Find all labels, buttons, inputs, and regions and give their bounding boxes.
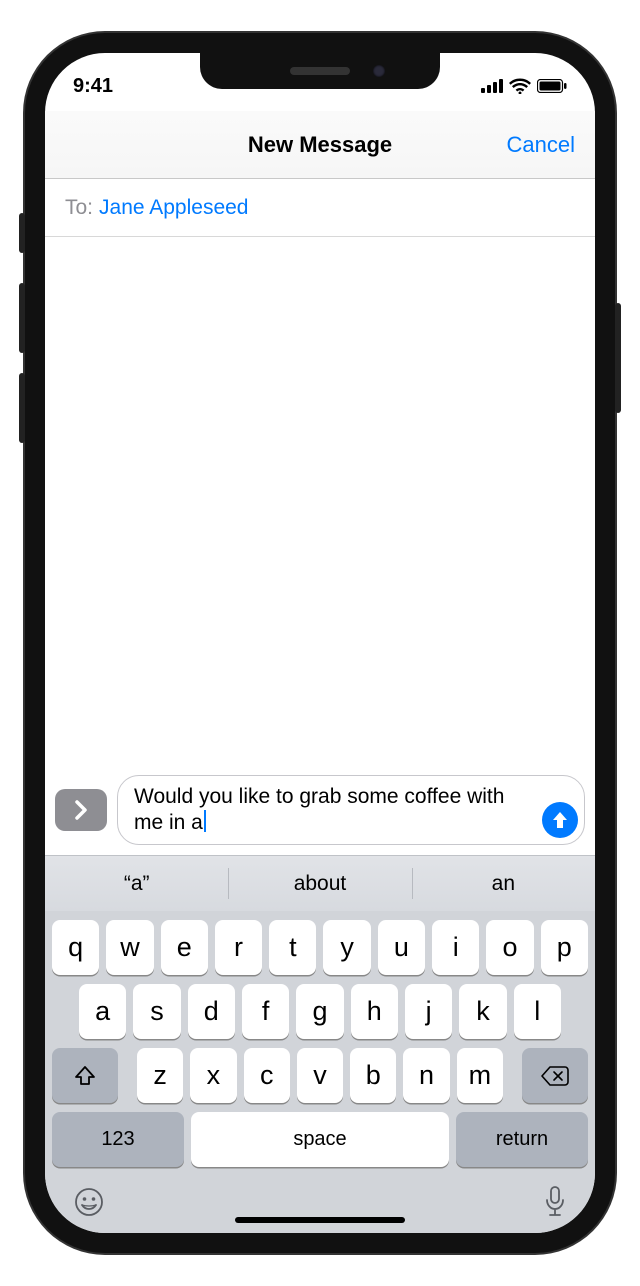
key-j[interactable]: j <box>405 984 452 1039</box>
key-h[interactable]: h <box>351 984 398 1039</box>
status-time: 9:41 <box>73 75 113 98</box>
predictive-suggestion[interactable]: about <box>228 856 411 911</box>
key-d[interactable]: d <box>188 984 235 1039</box>
keyboard: “a” about an q w e r t y u i o p a s d f <box>45 855 595 1233</box>
key-k[interactable]: k <box>459 984 506 1039</box>
to-recipient[interactable]: Jane Appleseed <box>99 196 248 220</box>
key-u[interactable]: u <box>378 920 425 975</box>
key-g[interactable]: g <box>296 984 343 1039</box>
key-p[interactable]: p <box>541 920 588 975</box>
cellular-icon <box>481 79 503 93</box>
conversation-area[interactable] <box>45 237 595 765</box>
shift-key[interactable] <box>52 1048 118 1103</box>
key-f[interactable]: f <box>242 984 289 1039</box>
message-input[interactable]: Would you like to grab some coffee with … <box>117 775 585 846</box>
key-m[interactable]: m <box>457 1048 503 1103</box>
key-w[interactable]: w <box>106 920 153 975</box>
microphone-icon <box>543 1185 567 1219</box>
to-field[interactable]: To: Jane Appleseed <box>45 179 595 237</box>
device-notch <box>200 53 440 89</box>
key-y[interactable]: y <box>323 920 370 975</box>
cancel-button[interactable]: Cancel <box>507 132 575 158</box>
key-i[interactable]: i <box>432 920 479 975</box>
arrow-up-icon <box>551 810 569 830</box>
predictive-bar: “a” about an <box>45 855 595 911</box>
key-x[interactable]: x <box>190 1048 236 1103</box>
home-indicator[interactable] <box>235 1217 405 1223</box>
emoji-button[interactable] <box>73 1186 105 1218</box>
shift-icon <box>73 1064 97 1088</box>
chevron-right-icon <box>74 800 88 820</box>
backspace-key[interactable] <box>522 1048 588 1103</box>
dictation-button[interactable] <box>543 1185 567 1219</box>
predictive-suggestion[interactable]: “a” <box>45 856 228 911</box>
key-t[interactable]: t <box>269 920 316 975</box>
key-b[interactable]: b <box>350 1048 396 1103</box>
battery-icon <box>537 79 567 93</box>
key-e[interactable]: e <box>161 920 208 975</box>
nav-bar: New Message Cancel <box>45 111 595 179</box>
space-key[interactable]: space <box>191 1112 449 1167</box>
key-z[interactable]: z <box>137 1048 183 1103</box>
app-drawer-toggle-button[interactable] <box>55 789 107 831</box>
key-o[interactable]: o <box>486 920 533 975</box>
to-label: To: <box>65 196 93 220</box>
key-l[interactable]: l <box>514 984 561 1039</box>
numbers-key[interactable]: 123 <box>52 1112 184 1167</box>
message-input-text: Would you like to grab some coffee with … <box>134 785 504 834</box>
wifi-icon <box>509 78 531 94</box>
key-r[interactable]: r <box>215 920 262 975</box>
nav-title: New Message <box>248 132 392 158</box>
key-q[interactable]: q <box>52 920 99 975</box>
key-n[interactable]: n <box>403 1048 449 1103</box>
return-key[interactable]: return <box>456 1112 588 1167</box>
emoji-icon <box>73 1186 105 1218</box>
compose-bar: Would you like to grab some coffee with … <box>45 765 595 856</box>
text-caret <box>204 810 206 832</box>
key-v[interactable]: v <box>297 1048 343 1103</box>
backspace-icon <box>541 1065 569 1087</box>
predictive-suggestion[interactable]: an <box>412 856 595 911</box>
key-s[interactable]: s <box>133 984 180 1039</box>
key-c[interactable]: c <box>244 1048 290 1103</box>
send-button[interactable] <box>542 802 578 838</box>
key-a[interactable]: a <box>79 984 126 1039</box>
